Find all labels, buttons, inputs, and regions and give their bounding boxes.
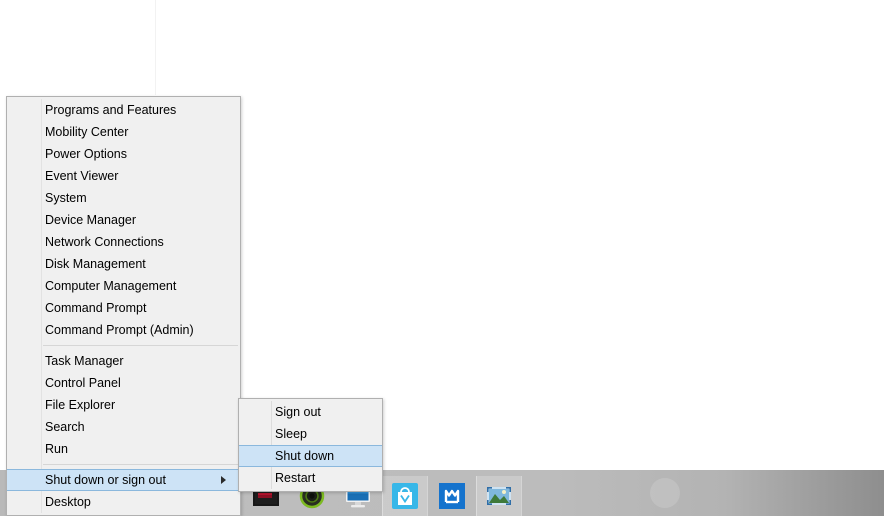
menu-item-computer-management[interactable]: Computer Management — [7, 275, 240, 297]
menu-item-event-viewer[interactable]: Event Viewer — [7, 165, 240, 187]
desktop-seam — [155, 0, 156, 95]
menu-item-task-manager[interactable]: Task Manager — [7, 350, 240, 372]
menu-separator — [43, 464, 238, 465]
submenu-item-sign-out[interactable]: Sign out — [239, 401, 382, 423]
menu-item-command-prompt-admin[interactable]: Command Prompt (Admin) — [7, 319, 240, 341]
menu-item-disk-management[interactable]: Disk Management — [7, 253, 240, 275]
menu-item-control-panel[interactable]: Control Panel — [7, 372, 240, 394]
taskbar-button-store[interactable] — [382, 476, 428, 516]
menu-item-shut-down-or-sign-out[interactable]: Shut down or sign out — [7, 469, 240, 491]
store-icon — [392, 483, 418, 509]
chevron-right-icon — [221, 476, 226, 484]
menu-item-run[interactable]: Run — [7, 438, 240, 460]
taskbar-watermark — [650, 478, 680, 508]
menu-item-command-prompt[interactable]: Command Prompt — [7, 297, 240, 319]
taskbar-button-maxthon[interactable] — [430, 476, 474, 516]
menu-item-power-options[interactable]: Power Options — [7, 143, 240, 165]
shutdown-submenu[interactable]: Sign out Sleep Shut down Restart — [238, 398, 383, 492]
menu-item-network-connections[interactable]: Network Connections — [7, 231, 240, 253]
menu-item-label: Shut down or sign out — [45, 473, 166, 487]
menu-item-mobility-center[interactable]: Mobility Center — [7, 121, 240, 143]
submenu-item-shut-down[interactable]: Shut down — [239, 445, 382, 467]
menu-item-system[interactable]: System — [7, 187, 240, 209]
maxthon-browser-icon — [439, 483, 465, 509]
taskbar-button-photos[interactable] — [476, 476, 522, 516]
submenu-item-restart[interactable]: Restart — [239, 467, 382, 489]
power-user-menu[interactable]: Programs and Features Mobility Center Po… — [6, 96, 241, 516]
photos-icon — [487, 487, 511, 505]
menu-item-file-explorer[interactable]: File Explorer — [7, 394, 240, 416]
menu-item-device-manager[interactable]: Device Manager — [7, 209, 240, 231]
menu-item-programs-and-features[interactable]: Programs and Features — [7, 99, 240, 121]
menu-separator — [43, 345, 238, 346]
menu-item-search[interactable]: Search — [7, 416, 240, 438]
submenu-item-sleep[interactable]: Sleep — [239, 423, 382, 445]
menu-item-desktop[interactable]: Desktop — [7, 491, 240, 513]
